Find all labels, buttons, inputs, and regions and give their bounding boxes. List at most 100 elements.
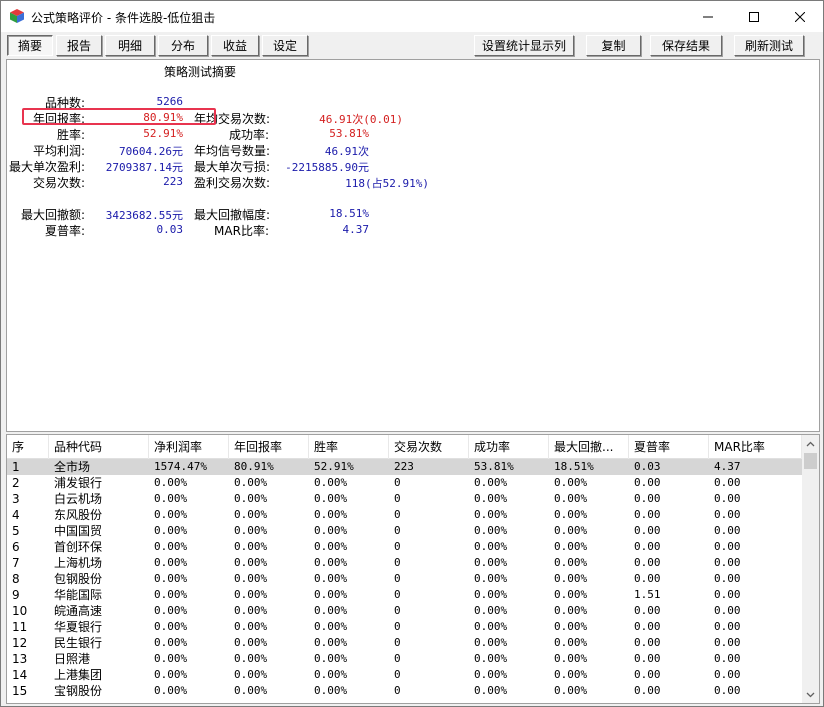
cell-sharpe-ratio: 0.00 (634, 684, 661, 697)
cell-sharpe-ratio: 0.00 (634, 620, 661, 633)
table-row[interactable]: 7 上海机场 0.00% 0.00% 0.00% 0 0.00% 0.00% 0.00 0.00 (7, 555, 802, 571)
table-row[interactable]: 3 白云机场 0.00% 0.00% 0.00% 0 0.00% 0.00% 0.00 0.00 (7, 491, 802, 507)
cell-sharpe-ratio: 0.00 (634, 604, 661, 617)
value-annual-signal-count: 46.91次 (324, 145, 369, 158)
cell-win-rate: 0.00% (314, 652, 348, 665)
cell-max-drawdown: 0.00% (554, 636, 588, 649)
vertical-scrollbar[interactable] (802, 435, 819, 703)
cell-mar-ratio: 0.00 (714, 508, 741, 521)
table-row[interactable]: 14 上港集团 0.00% 0.00% 0.00% 0 0.00% 0.00% 0.00 0.00 (7, 667, 802, 683)
table-row[interactable]: 12 民生银行 0.00% 0.00% 0.00% 0 0.00% 0.00% 0.00 0.00 (7, 635, 802, 651)
cell-win-rate: 52.91% (314, 460, 354, 473)
tab-report[interactable]: 报告 (56, 35, 102, 56)
header-col-mar-ratio[interactable]: MAR比率 (709, 435, 802, 459)
cell-symbol-code: 全市场 (54, 460, 91, 474)
table-row[interactable]: 4 东风股份 0.00% 0.00% 0.00% 0 0.00% 0.00% 0.00 0.00 (7, 507, 802, 523)
refresh-test-button[interactable]: 刷新测试 (734, 35, 804, 56)
table-row[interactable]: 9 华能国际 0.00% 0.00% 0.00% 0 0.00% 0.00% 1.51 0.00 (7, 587, 802, 603)
cell-max-drawdown: 0.00% (554, 508, 588, 521)
value-profitable-trade-count: 118(占52.91%) (345, 177, 429, 190)
cell-max-drawdown: 0.00% (554, 476, 588, 489)
cell-net-profit-rate: 0.00% (154, 524, 188, 537)
header-col-symbol-code[interactable]: 品种代码 (49, 435, 149, 459)
cell-trade-count: 0 (394, 476, 401, 489)
cell-mar-ratio: 0.00 (714, 636, 741, 649)
header-col-annual-return[interactable]: 年回报率 (229, 435, 309, 459)
table-row[interactable]: 15 宝钢股份 0.00% 0.00% 0.00% 0 0.00% 0.00% 0.00 0.00 (7, 683, 802, 699)
scrollbar-thumb[interactable] (804, 453, 817, 469)
cell-index: 8 (12, 572, 20, 586)
cell-sharpe-ratio: 0.03 (634, 460, 661, 473)
cell-net-profit-rate: 0.00% (154, 508, 188, 521)
cell-mar-ratio: 0.00 (714, 572, 741, 585)
cell-success-rate: 53.81% (474, 460, 514, 473)
save-results-button[interactable]: 保存结果 (650, 35, 722, 56)
header-col-win-rate[interactable]: 胜率 (309, 435, 389, 459)
table-row[interactable]: 1 全市场 1574.47% 80.91% 52.91% 223 53.81% 18.51% 0… (7, 459, 802, 475)
cell-mar-ratio: 0.00 (714, 476, 741, 489)
header-col-index[interactable]: 序 (7, 435, 49, 459)
tab-detail[interactable]: 明细 (105, 35, 155, 56)
cell-net-profit-rate: 0.00% (154, 492, 188, 505)
cell-mar-ratio: 0.00 (714, 540, 741, 553)
cell-success-rate: 0.00% (474, 636, 508, 649)
cell-index: 4 (12, 508, 20, 522)
label-max-drawdown-amount: 最大回撤额: (20, 208, 85, 222)
cell-annual-return: 0.00% (234, 636, 268, 649)
minimize-button[interactable] (685, 1, 731, 32)
cell-sharpe-ratio: 0.00 (634, 668, 661, 681)
set-display-columns-button[interactable]: 设置统计显示列 (474, 35, 574, 56)
cell-win-rate: 0.00% (314, 492, 348, 505)
header-col-trade-count[interactable]: 交易次数 (389, 435, 469, 459)
cell-symbol-code: 上海机场 (54, 556, 103, 570)
header-col-success-rate[interactable]: 成功率 (469, 435, 549, 459)
cell-annual-return: 0.00% (234, 540, 268, 553)
tab-settings[interactable]: 设定 (262, 35, 308, 56)
value-annual-trade-count: 46.91次(0.01) (319, 113, 403, 126)
copy-button[interactable]: 复制 (586, 35, 641, 56)
scroll-up-button[interactable] (802, 435, 819, 452)
table-row[interactable]: 8 包钢股份 0.00% 0.00% 0.00% 0 0.00% 0.00% 0.00 0.00 (7, 571, 802, 587)
close-button[interactable] (777, 1, 823, 32)
scroll-down-button[interactable] (802, 686, 819, 703)
label-win-rate: 胜率: (56, 128, 85, 142)
cell-win-rate: 0.00% (314, 588, 348, 601)
cell-symbol-code: 民生银行 (54, 636, 103, 650)
maximize-button[interactable] (731, 1, 777, 32)
tab-summary[interactable]: 摘要 (7, 35, 53, 56)
table-row[interactable]: 2 浦发银行 0.00% 0.00% 0.00% 0 0.00% 0.00% 0.00 0.00 (7, 475, 802, 491)
cell-win-rate: 0.00% (314, 572, 348, 585)
cell-sharpe-ratio: 0.00 (634, 476, 661, 489)
cell-success-rate: 0.00% (474, 604, 508, 617)
table-row[interactable]: 13 日照港 0.00% 0.00% 0.00% 0 0.00% 0.00% 0.00 0.00 (7, 651, 802, 667)
cell-index: 7 (12, 556, 20, 570)
value-max-single-profit: 2709387.14元 (105, 161, 183, 174)
cell-trade-count: 223 (394, 460, 414, 473)
cell-annual-return: 0.00% (234, 588, 268, 601)
header-col-net-profit-rate[interactable]: 净利润率 (149, 435, 229, 459)
tab-returns[interactable]: 收益 (211, 35, 259, 56)
cell-success-rate: 0.00% (474, 668, 508, 681)
cell-mar-ratio: 0.00 (714, 684, 741, 697)
cell-sharpe-ratio: 0.00 (634, 524, 661, 537)
cell-max-drawdown: 0.00% (554, 492, 588, 505)
cell-annual-return: 0.00% (234, 524, 268, 537)
cell-success-rate: 0.00% (474, 620, 508, 633)
header-col-max-drawdown[interactable]: 最大回撤... (549, 435, 629, 459)
cell-trade-count: 0 (394, 508, 401, 521)
table-row[interactable]: 11 华夏银行 0.00% 0.00% 0.00% 0 0.00% 0.00% 0.00 0.00 (7, 619, 802, 635)
cell-sharpe-ratio: 0.00 (634, 508, 661, 521)
label-max-single-loss: 最大单次亏损: (194, 160, 271, 174)
table-row[interactable]: 5 中国国贸 0.00% 0.00% 0.00% 0 0.00% 0.00% 0.00 0.00 (7, 523, 802, 539)
table-row[interactable]: 10 皖通高速 0.00% 0.00% 0.00% 0 0.00% 0.00% 0.00 0.00 (7, 603, 802, 619)
cell-success-rate: 0.00% (474, 652, 508, 665)
table-row[interactable]: 6 首创环保 0.00% 0.00% 0.00% 0 0.00% 0.00% 0.00 0.00 (7, 539, 802, 555)
cell-mar-ratio: 0.00 (714, 620, 741, 633)
tab-distribution[interactable]: 分布 (158, 35, 208, 56)
cell-max-drawdown: 0.00% (554, 524, 588, 537)
cell-symbol-code: 白云机场 (54, 492, 103, 506)
label-average-profit: 平均利润: (32, 144, 85, 158)
header-col-sharpe-ratio[interactable]: 夏普率 (629, 435, 709, 459)
cell-symbol-code: 宝钢股份 (54, 684, 103, 698)
cell-net-profit-rate: 0.00% (154, 668, 188, 681)
